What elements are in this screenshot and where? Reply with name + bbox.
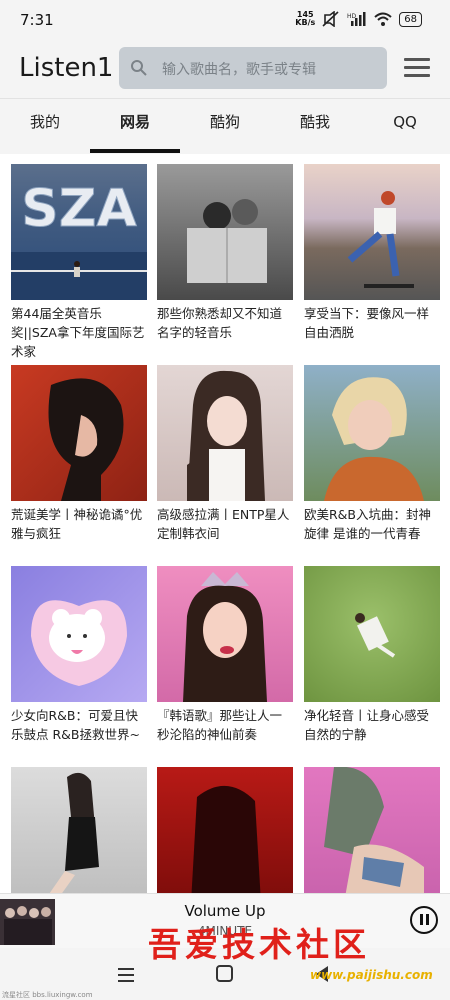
tab-qq[interactable]: QQ bbox=[360, 99, 450, 155]
source-tabs: 我的 网易 酷狗 酷我 QQ bbox=[0, 98, 450, 154]
playlist-card[interactable]: 荒诞美学丨神秘诡谲°优雅与疯狂 bbox=[11, 365, 147, 543]
playlist-title: 享受当下：要像风一样自由洒脱 bbox=[304, 306, 430, 340]
tab-mine[interactable]: 我的 bbox=[0, 99, 90, 155]
playlist-card[interactable]: 享受当下：要像风一样自由洒脱 bbox=[304, 164, 440, 342]
playlist-cover bbox=[157, 767, 293, 903]
playlist-title: 『韩语歌』那些让人一秒沦陷的神仙前奏 bbox=[157, 708, 283, 742]
playlist-cover bbox=[157, 566, 293, 702]
playlist-card[interactable]: 少女向R&B：可爱且快乐鼓点 R&B拯救世界~ bbox=[11, 566, 147, 744]
playlist-card[interactable]: 『韩语歌』那些让人一秒沦陷的神仙前奏 bbox=[157, 566, 293, 744]
home-icon[interactable] bbox=[216, 965, 233, 982]
playlist-cover bbox=[304, 164, 440, 300]
playlist-card[interactable] bbox=[304, 767, 440, 907]
app-title: Listen1 bbox=[19, 53, 114, 83]
playlist-cover bbox=[11, 767, 147, 903]
status-bar: 7:31 145 KB/s HD 68 bbox=[0, 0, 450, 40]
status-icons: 145 KB/s HD 68 bbox=[295, 11, 422, 27]
playlist-title: 那些你熟悉却又不知道名字的轻音乐 bbox=[157, 306, 283, 340]
playlist-card[interactable]: 净化轻音丨让身心感受自然的宁静 bbox=[304, 566, 440, 744]
search-icon bbox=[131, 60, 147, 76]
status-time: 7:31 bbox=[20, 11, 54, 29]
tab-netease[interactable]: 网易 bbox=[90, 99, 180, 155]
network-speed: 145 KB/s bbox=[295, 10, 316, 27]
playlist-title: 高级感拉满丨ENTP星人定制韩衣间 bbox=[157, 507, 290, 541]
pause-button[interactable] bbox=[410, 906, 438, 934]
cellular-signal-icon: HD bbox=[347, 12, 366, 26]
active-tab-indicator bbox=[90, 149, 180, 153]
recent-apps-icon[interactable] bbox=[118, 968, 134, 986]
playlist-title: 荒诞美学丨神秘诡谲°优雅与疯狂 bbox=[11, 507, 143, 541]
playlist-cover bbox=[11, 365, 147, 501]
playlist-card[interactable]: 高级感拉满丨ENTP星人定制韩衣间 bbox=[157, 365, 293, 543]
tab-kuwo[interactable]: 酷我 bbox=[270, 99, 360, 155]
search-input[interactable]: 输入歌曲名，歌手或专辑 bbox=[119, 47, 387, 89]
playlist-cover: SZA bbox=[11, 164, 147, 300]
playlist-cover bbox=[304, 767, 440, 903]
playlist-title: 净化轻音丨让身心感受自然的宁静 bbox=[304, 708, 430, 742]
playlist-card[interactable]: 欧美R&B入坑曲：封神旋律 是谁的一代青春 bbox=[304, 365, 440, 543]
playlist-cover bbox=[304, 365, 440, 501]
playlist-title: 少女向R&B：可爱且快乐鼓点 R&B拯救世界~ bbox=[11, 708, 140, 742]
mute-icon bbox=[322, 11, 339, 27]
tab-kugou[interactable]: 酷狗 bbox=[180, 99, 270, 155]
battery-indicator: 68 bbox=[399, 11, 422, 27]
playlist-title: 第44届全英音乐奖||SZA拿下年度国际艺术家 bbox=[11, 306, 145, 359]
svg-text:SZA: SZA bbox=[21, 179, 136, 239]
playlist-card[interactable] bbox=[157, 767, 293, 907]
playlist-title: 欧美R&B入坑曲：封神旋律 是谁的一代青春 bbox=[304, 507, 432, 541]
playlist-card[interactable] bbox=[11, 767, 147, 907]
playlist-cover bbox=[157, 365, 293, 501]
wifi-icon bbox=[374, 12, 392, 26]
hamburger-menu-icon[interactable] bbox=[404, 58, 430, 78]
playlist-cover bbox=[157, 164, 293, 300]
playlist-card[interactable]: 那些你熟悉却又不知道名字的轻音乐 bbox=[157, 164, 293, 342]
playlist-card[interactable]: SZA 第44届全英音乐奖||SZA拿下年度国际艺术家 bbox=[11, 164, 147, 361]
watermark-small: 流星社区 bbs.liuxingw.com bbox=[2, 991, 93, 999]
search-placeholder: 输入歌曲名，歌手或专辑 bbox=[162, 62, 316, 78]
watermark-url: www.paijishu.com bbox=[310, 968, 433, 982]
watermark-text: 吾爱技术社区 bbox=[148, 925, 370, 964]
playlist-cover bbox=[304, 566, 440, 702]
app-header: Listen1 输入歌曲名，歌手或专辑 bbox=[0, 40, 450, 98]
playlist-cover bbox=[11, 566, 147, 702]
